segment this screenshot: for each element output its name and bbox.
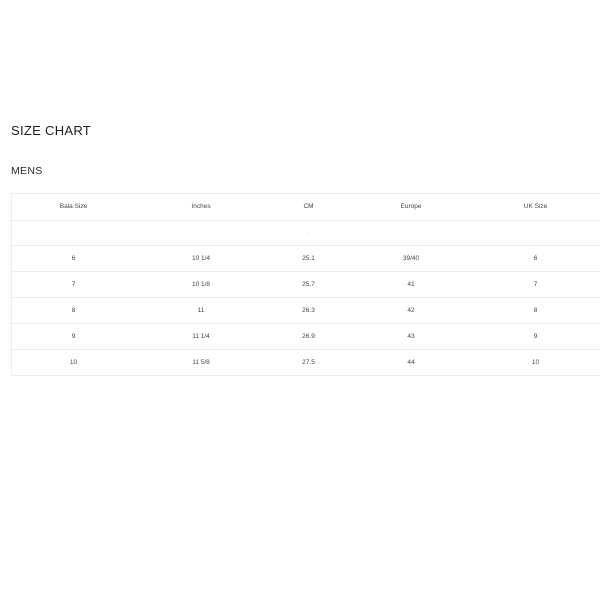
table-cell: 6 (71, 254, 76, 262)
table-cell: 10 1/8 (191, 280, 211, 288)
table-cell: 27.5 (302, 358, 315, 366)
section-title-mens: MENS (11, 165, 43, 177)
table-cell: 6 (533, 254, 538, 262)
table-header-row: Bala Size Inches CM Europe UK Size (11, 193, 600, 220)
table-cell: 11 (197, 306, 205, 314)
table-cell: 11 1/4 (192, 332, 210, 340)
table-cell: 26.3 (302, 306, 315, 314)
table-cell: 39/40 (402, 254, 420, 262)
page-title: SIZE CHART (11, 123, 92, 138)
table-cell: 11 5/8 (192, 358, 210, 366)
column-header-europe: Europe (400, 202, 422, 210)
table-cell: 10 (531, 358, 540, 366)
column-header-inches: Inches (191, 202, 211, 210)
table-cell: 10 1/4 (191, 254, 211, 262)
table-row: 6 10 1/4 25.1 39/40 6 (11, 245, 600, 271)
table-row: 10 11 5/8 27.5 44 10 (11, 349, 600, 375)
table-row: 8 11 26.3 42 8 (11, 297, 600, 323)
table-cell: 25.1 (302, 254, 315, 262)
table-cell: 9 (533, 332, 538, 340)
table-cell: 7 (533, 280, 538, 288)
table-cell: 25.7 (302, 280, 315, 288)
table-cell: 9 (71, 332, 76, 340)
column-header-uk-size: UK Size (523, 202, 548, 210)
table-cell: 26.9 (302, 332, 315, 340)
table-cell: 42 (407, 306, 415, 314)
size-chart-table: Bala Size Inches CM Europe UK Size · 6 1… (11, 193, 600, 376)
table-cell: 7 (71, 280, 76, 288)
table-cell: 41 (407, 280, 415, 288)
spacer-mark: · (307, 229, 310, 236)
column-header-cm: CM (303, 202, 314, 210)
table-cell: 8 (71, 306, 76, 314)
table-cell: 8 (533, 306, 538, 314)
table-cell: 44 (407, 358, 415, 366)
table-cell: 43 (407, 332, 415, 340)
table-spacer-row: · (11, 220, 600, 245)
table-cell: 10 (69, 358, 78, 366)
table-row: 9 11 1/4 26.9 43 9 (11, 323, 600, 349)
column-header-bala-size: Bala Size (59, 202, 88, 210)
table-row: 7 10 1/8 25.7 41 7 (11, 271, 600, 297)
